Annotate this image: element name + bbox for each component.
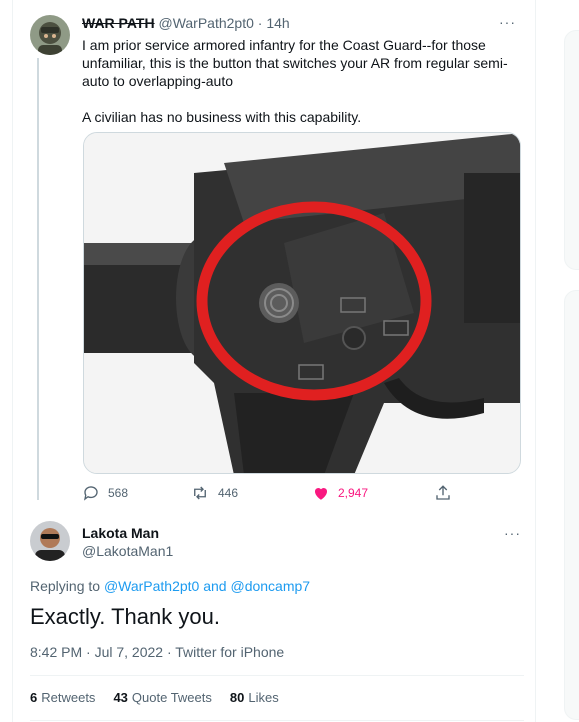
tweet-header: WAR PATH @WarPath2pt0 · 14h xyxy=(82,15,290,31)
tweet-image[interactable] xyxy=(83,132,521,474)
heart-filled-icon xyxy=(314,487,328,500)
sidebar-card xyxy=(564,290,579,720)
divider xyxy=(30,675,524,676)
sidebar-card xyxy=(564,30,579,270)
lakota-man-avatar[interactable] xyxy=(30,521,70,561)
replying-to: Replying to @WarPath2pt0 and @doncamp7 xyxy=(30,578,310,594)
separator-dot: · xyxy=(257,15,263,31)
retweet-icon xyxy=(194,486,206,500)
reply-text: Exactly. Thank you. xyxy=(30,604,220,629)
and-text: and xyxy=(203,578,227,594)
mention-link[interactable]: @WarPath2pt0 xyxy=(104,578,199,594)
like-count: 2,947 xyxy=(338,486,369,500)
reply-count: 568 xyxy=(108,486,129,500)
retweet-action[interactable]: 446 xyxy=(190,484,238,502)
reply-author-name[interactable]: Lakota Man xyxy=(82,525,159,541)
right-sidebar-edge xyxy=(560,0,579,722)
reply-icon xyxy=(83,486,98,501)
tweet-time[interactable]: 14h xyxy=(266,15,289,31)
replying-prefix: Replying to xyxy=(30,578,101,594)
war-path-avatar[interactable] xyxy=(30,15,70,55)
author-handle[interactable]: @WarPath2pt0 xyxy=(158,15,253,31)
tweet-paragraph: A civilian has no business with this cap… xyxy=(82,109,362,125)
tweet-actions: 568 446 2,947 xyxy=(82,484,462,502)
quote-tweets-stat[interactable]: 43 Quote Tweets xyxy=(113,690,211,705)
engagement-stats: 6 Retweets 43 Quote Tweets 80 Likes xyxy=(30,690,279,705)
rifle-photo xyxy=(84,133,520,473)
share-action[interactable] xyxy=(434,484,452,502)
mention-link[interactable]: @doncamp7 xyxy=(230,578,310,594)
reply-timestamp[interactable]: 8:42 PM · Jul 7, 2022 · Twitter for iPho… xyxy=(30,644,284,660)
like-action[interactable]: 2,947 xyxy=(312,484,368,502)
retweet-count: 446 xyxy=(218,486,239,500)
reply-action[interactable]: 568 xyxy=(82,484,128,502)
share-icon xyxy=(436,485,450,500)
author-name[interactable]: WAR PATH xyxy=(82,15,155,31)
tweet-paragraph: I am prior service armored infantry for … xyxy=(82,37,508,89)
divider xyxy=(30,720,524,721)
tweet-text: I am prior service armored infantry for … xyxy=(82,36,532,144)
retweets-stat[interactable]: 6 Retweets xyxy=(30,690,95,705)
more-options-button[interactable]: ··· xyxy=(499,14,516,30)
likes-stat[interactable]: 80 Likes xyxy=(230,690,279,705)
reply-author-handle[interactable]: @LakotaMan1 xyxy=(82,543,173,559)
reply-more-options-button[interactable]: ··· xyxy=(504,525,521,541)
thread-connector-line xyxy=(37,58,39,500)
